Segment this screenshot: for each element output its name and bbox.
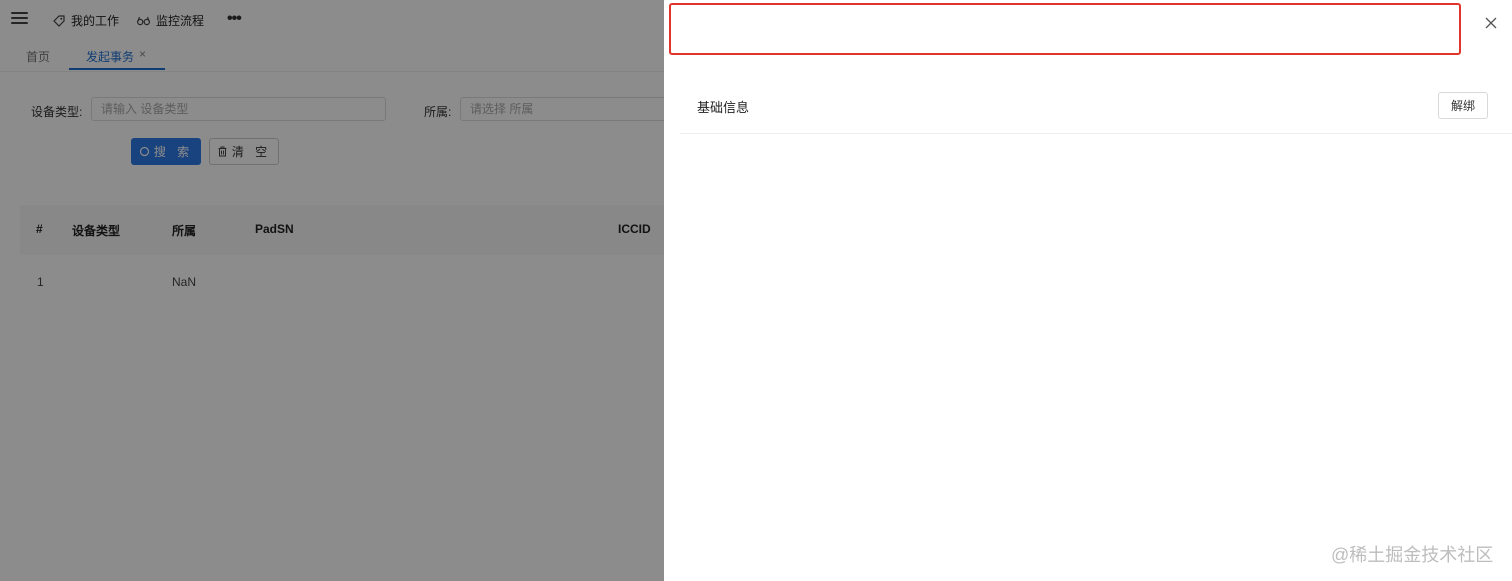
watermark: @稀土掘金技术社区	[1331, 545, 1494, 565]
unbind-button[interactable]: 解绑	[1438, 92, 1488, 119]
modal-mask[interactable]	[0, 0, 664, 581]
close-icon[interactable]	[1483, 15, 1499, 31]
detail-drawer: 基础信息 解绑	[664, 0, 1512, 581]
drawer-title	[669, 3, 1461, 55]
basic-info-title: 基础信息	[697, 100, 750, 115]
divider	[680, 133, 1512, 134]
